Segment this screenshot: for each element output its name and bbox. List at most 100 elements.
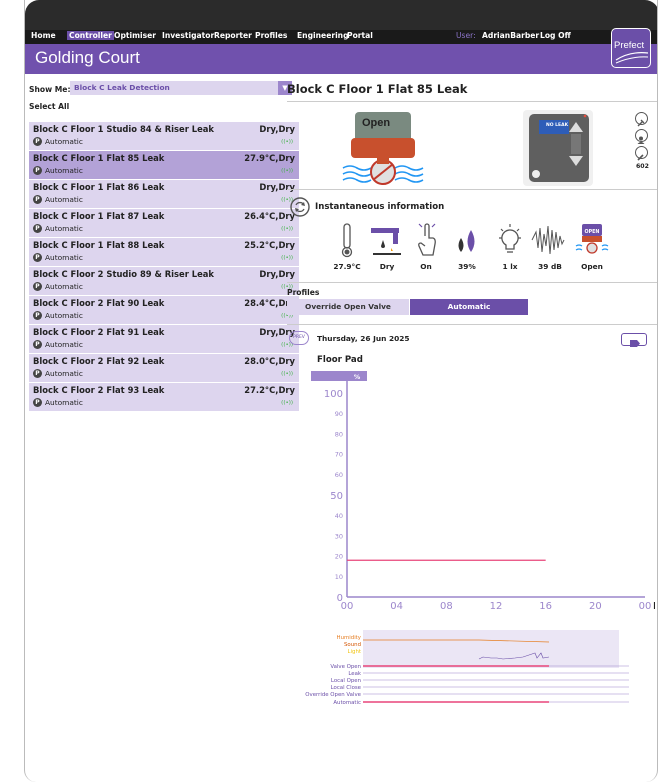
show-me-label: Show Me:	[29, 85, 71, 94]
leak-mode: Automatic	[45, 311, 83, 320]
leak-name: Block C Floor 1 Flat 88 Leak	[33, 240, 165, 250]
leak-mode: Automatic	[45, 224, 83, 233]
nav-optimiser[interactable]: Optimiser	[114, 31, 156, 40]
leak-name: Block C Floor 2 Flat 91 Leak	[33, 327, 165, 337]
leak-list-item[interactable]: Block C Floor 2 Studio 89 & Riser Leak Dr…	[29, 267, 299, 295]
mode-p-icon: P	[33, 253, 42, 262]
light-value: 1 lx	[502, 262, 518, 271]
nav-engineering[interactable]: Engineering	[297, 31, 349, 40]
leak-value: 26.4°C,Dry	[244, 211, 295, 221]
mode-p-icon: P	[33, 137, 42, 146]
touch-value: On	[420, 262, 432, 271]
show-me-value: Block C Leak Detection	[74, 83, 170, 92]
device-number: 602	[636, 163, 649, 170]
leak-list-item[interactable]: Block C Floor 1 Flat 88 Leak 25.2°C,Dry P A…	[29, 238, 299, 266]
leak-name: Block C Floor 1 Flat 87 Leak	[33, 211, 165, 221]
timeline-bg	[363, 630, 619, 668]
leak-list-item[interactable]: Block C Floor 2 Flat 93 Leak 27.2°C,Dry P A…	[29, 383, 299, 411]
thermometer-icon	[341, 223, 353, 258]
timeline-label: Valve Open	[330, 664, 361, 670]
y-tick-label: 70	[335, 451, 343, 459]
control-panel-illustration-icon	[523, 110, 593, 186]
leak-name: Block C Floor 2 Studio 89 & Riser Leak	[33, 269, 214, 279]
humidity-icon	[458, 230, 475, 252]
leak-sensor-icon	[371, 228, 401, 255]
leak-list-item[interactable]: Block C Floor 2 Flat 92 Leak 28.0°C,Dry P A…	[29, 354, 299, 382]
valve-state-label: Open	[362, 117, 391, 129]
y-tick-label: 100	[324, 389, 343, 400]
mode-p-icon: P	[33, 166, 42, 175]
valve-open-text: OPEN	[585, 229, 600, 235]
leak-value: Dry,Dry	[259, 124, 295, 134]
prev-day-button[interactable]: PREV	[289, 331, 309, 345]
signal-icon: ((•))	[281, 255, 293, 261]
timeline-label: Leak	[348, 671, 362, 677]
timeline-label: Local Open	[331, 678, 361, 684]
instantaneous-title: Instantaneous information	[315, 202, 445, 212]
user-name: AdrianBarber	[482, 31, 540, 40]
select-all-link[interactable]: Select All	[29, 102, 69, 111]
leak-value: 25.2°C,Dry	[244, 240, 295, 250]
nav-reporter[interactable]: Reporter	[214, 31, 252, 40]
leak-list-item[interactable]: Block C Floor 1 Flat 86 Leak Dry,Dry P Auto…	[29, 180, 299, 208]
leak-list-item[interactable]: Block C Floor 1 Flat 87 Leak 26.4°C,Dry P A…	[29, 209, 299, 237]
y-tick-label: 50	[330, 491, 343, 502]
person-icon[interactable]	[635, 129, 648, 144]
device-title: Block C Floor 1 Flat 85 Leak	[287, 82, 468, 96]
leak-mode: Automatic	[45, 282, 83, 291]
show-me-select[interactable]: Block C Leak Detection ▼	[70, 81, 292, 95]
pencil-icon[interactable]	[635, 146, 648, 161]
leak-list-item[interactable]: Block C Floor 2 Flat 90 Leak 28.4°C,Dry P A…	[29, 296, 299, 324]
logoff-link[interactable]: Log Off	[540, 31, 571, 40]
divider	[287, 189, 657, 190]
leak-mode: Automatic	[45, 340, 83, 349]
leak-mode: Automatic	[45, 398, 83, 407]
timeline-label: Local Close	[331, 685, 362, 691]
refresh-icon[interactable]	[289, 196, 311, 218]
x-tick-label: 16	[539, 601, 552, 612]
leak-list-item[interactable]: Block C Floor 1 Studio 84 & Riser Leak Dr…	[29, 122, 299, 150]
leak-value: 27.9°C,Dry	[244, 153, 295, 163]
leak-value: Dry,Dry	[259, 182, 295, 192]
mode-p-icon: P	[33, 195, 42, 204]
timeline-label: Automatic	[333, 700, 361, 706]
mode-p-icon: P	[33, 340, 42, 349]
history-date: Thursday, 26 Jun 2025	[317, 334, 410, 343]
timeline-label: Sound	[344, 642, 361, 648]
leak-mode: Automatic	[45, 195, 83, 204]
automatic-button[interactable]: Automatic	[410, 299, 528, 315]
nav-investigator[interactable]: Investigator	[162, 31, 214, 40]
signal-icon: ((•))	[281, 226, 293, 232]
divider	[287, 324, 657, 325]
tag-button[interactable]	[621, 333, 647, 347]
override-open-valve-button[interactable]: Override Open Valve	[287, 299, 409, 315]
nav-portal[interactable]: Portal	[347, 31, 373, 40]
leak-mode: Automatic	[45, 369, 83, 378]
mode-p-icon: P	[33, 398, 42, 407]
x-tick-label: 08	[440, 601, 453, 612]
sound-value: 39 dB	[538, 262, 562, 271]
x-tick-label: 12	[490, 601, 503, 612]
leak-value: Dry	[379, 262, 395, 271]
leak-name: Block C Floor 1 Studio 84 & Riser Leak	[33, 124, 214, 134]
y-tick-label: 90	[335, 410, 343, 418]
leak-value: 28.0°C,Dry	[244, 356, 295, 366]
x-tick-label: 00	[639, 601, 652, 612]
x-tick-label: 20	[589, 601, 602, 612]
leak-mode: Automatic	[45, 253, 83, 262]
nav-controller[interactable]: Controller	[67, 31, 114, 40]
leak-list-item[interactable]: Block C Floor 2 Flat 91 Leak Dry,Dry P Auto…	[29, 325, 299, 353]
y-tick-label: 20	[335, 553, 343, 561]
nav-profiles[interactable]: Profiles	[255, 31, 287, 40]
x-tick-label: 00	[341, 601, 354, 612]
nav-home[interactable]: Home	[31, 31, 56, 40]
wrench-icon[interactable]	[635, 112, 648, 127]
panel-status-label: NO LEAK	[546, 123, 569, 128]
leak-list-item[interactable]: Block C Floor 1 Flat 85 Leak 27.9°C,Dry P A…	[29, 151, 299, 179]
humidity-value: 39%	[458, 262, 476, 271]
valve-open-icon: OPEN	[575, 224, 609, 254]
leak-mode: Automatic	[45, 137, 83, 146]
sound-wave-icon	[531, 225, 565, 255]
site-title: Golding Court	[35, 48, 140, 67]
floor-pad-chart: %010203040506070809010000040812162000Hrs	[311, 371, 655, 612]
